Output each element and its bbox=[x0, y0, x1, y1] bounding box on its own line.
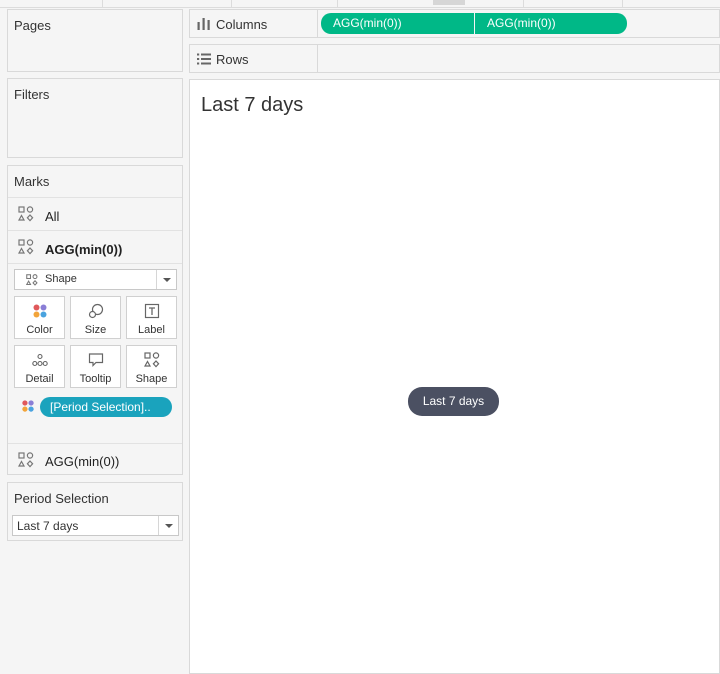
shape-marks-icon bbox=[18, 239, 34, 255]
strip-divider bbox=[102, 0, 103, 8]
rows-icon bbox=[197, 53, 211, 65]
shape-marks-icon bbox=[18, 452, 34, 468]
shape-button-label: Shape bbox=[135, 373, 168, 385]
pages-title: Pages bbox=[14, 18, 51, 33]
marks-layer-agg-1[interactable]: AGG(min(0)) bbox=[8, 230, 182, 263]
period-selection-dropdown[interactable]: Last 7 days bbox=[12, 515, 179, 536]
columns-pill-1[interactable]: AGG(min(0)) bbox=[321, 13, 474, 34]
shape-marks-icon bbox=[18, 206, 34, 222]
shelf-divider bbox=[317, 45, 318, 72]
size-button-label: Size bbox=[84, 324, 107, 336]
tooltip-button-label: Tooltip bbox=[79, 373, 112, 385]
color-button-label: Color bbox=[26, 324, 53, 336]
marks-all-label: All bbox=[45, 209, 60, 224]
color-button[interactable]: Color bbox=[14, 296, 65, 339]
shape-marks-icon bbox=[144, 352, 160, 368]
strip-marker bbox=[433, 0, 465, 5]
size-circles-icon bbox=[88, 303, 104, 319]
tooltip-bubble-icon bbox=[88, 353, 104, 367]
columns-icon bbox=[197, 18, 210, 30]
viz-title: Last 7 days bbox=[201, 94, 304, 116]
tooltip-button[interactable]: Tooltip bbox=[70, 345, 121, 388]
label-T-icon bbox=[144, 303, 160, 319]
period-selection-value: Last 7 days bbox=[17, 519, 79, 533]
strip-divider bbox=[523, 0, 524, 8]
marks-layer-agg-2[interactable]: AGG(min(0)) bbox=[8, 443, 182, 475]
label-button[interactable]: Label bbox=[126, 296, 177, 339]
strip-divider bbox=[337, 0, 338, 8]
top-toolbar-strip bbox=[0, 0, 720, 8]
detail-button[interactable]: Detail bbox=[14, 345, 65, 388]
filters-card[interactable]: Filters bbox=[7, 78, 183, 158]
shape-marks-icon bbox=[26, 274, 38, 286]
marks-layer-all[interactable]: All bbox=[8, 197, 182, 230]
marks-layer-body: Shape Color Size Label Detail Tooltip Sh… bbox=[8, 263, 182, 443]
color-dots-icon bbox=[22, 400, 34, 412]
strip-divider bbox=[231, 0, 232, 8]
marks-layer-label: AGG(min(0)) bbox=[45, 242, 123, 257]
pages-card[interactable]: Pages bbox=[7, 9, 183, 72]
chevron-down-icon[interactable] bbox=[156, 270, 176, 289]
columns-pill-2[interactable]: AGG(min(0)) bbox=[475, 13, 627, 34]
detail-button-label: Detail bbox=[25, 373, 54, 385]
marks-card: Marks All AGG(min(0)) Shape Color Size L… bbox=[7, 165, 183, 475]
columns-label: Columns bbox=[216, 17, 268, 32]
color-field-pill[interactable]: [Period Selection].. bbox=[40, 397, 172, 417]
filters-title: Filters bbox=[14, 87, 50, 102]
chevron-down-icon[interactable] bbox=[158, 516, 178, 535]
viz-canvas[interactable]: Last 7 days Last 7 days bbox=[189, 79, 720, 674]
label-button-label: Label bbox=[138, 324, 165, 336]
columns-shelf[interactable]: Columns AGG(min(0)) AGG(min(0)) bbox=[189, 9, 720, 38]
color-dots-icon bbox=[33, 304, 47, 318]
mark-type-dropdown[interactable]: Shape bbox=[14, 269, 177, 290]
rows-label: Rows bbox=[216, 52, 249, 67]
parameter-title: Period Selection bbox=[14, 491, 109, 506]
shape-button[interactable]: Shape bbox=[126, 345, 177, 388]
viz-mark-label[interactable]: Last 7 days bbox=[408, 387, 499, 416]
mark-type-value: Shape bbox=[45, 273, 77, 285]
strip-divider bbox=[622, 0, 623, 8]
marks-layer-label: AGG(min(0)) bbox=[45, 454, 120, 469]
detail-dots-icon bbox=[32, 353, 48, 367]
shelf-divider bbox=[317, 10, 318, 37]
parameter-card: Period Selection Last 7 days bbox=[7, 482, 183, 541]
marks-title: Marks bbox=[14, 174, 50, 189]
rows-shelf[interactable]: Rows bbox=[189, 44, 720, 73]
size-button[interactable]: Size bbox=[70, 296, 121, 339]
